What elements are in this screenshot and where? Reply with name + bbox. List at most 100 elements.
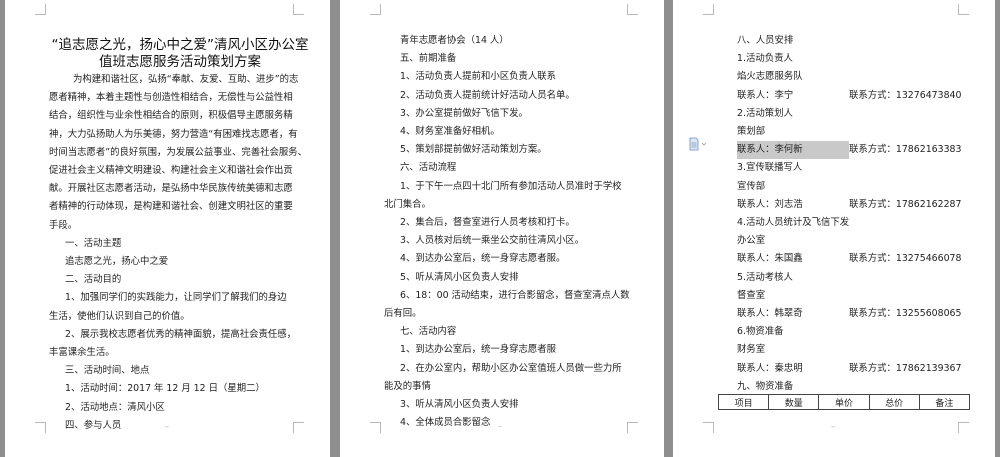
text-line: 1、活动负责人提前和小区负责人联系	[400, 71, 556, 83]
staff-contact-row: 联系人：韩翠奇 联系方式：13255608065	[737, 305, 983, 323]
text-line: 4、到达办公室后，统一身穿志愿者服。	[400, 253, 566, 265]
page-corner-mark	[35, 4, 46, 15]
page-1-lines: 一、活动主题追志愿之光，扬心中之爱 二、活动目的 1、加强同学们的实践能力，让同学们…	[49, 235, 311, 435]
supplies-table: 项目 数量 单价 总价 备注	[717, 394, 971, 410]
text-line: 3、办公室提前做好飞信下发。	[400, 107, 528, 119]
text-line: 生活，使他们认识到自己的价值。	[49, 310, 190, 322]
text-line: 4、全体成员合影留念	[400, 417, 491, 429]
text-line: 六、活动流程	[400, 162, 457, 174]
staff-department: 财务室	[737, 344, 766, 356]
contact-phone: 联系方式：17862139367	[849, 362, 962, 374]
intro-line: 时间当志愿者”的良好氛围，为发展公益事业、完善社会服务、	[49, 146, 307, 158]
comment-document-icon[interactable]	[688, 137, 708, 151]
intro-line: 者精神的行动体现，是构建和谐社会、创建文明社区的重要	[49, 201, 293, 213]
staff-department: 策划部	[737, 126, 766, 138]
text-line: 青年志愿者协会（14 人）	[400, 35, 509, 46]
staff-contact-row: 联系人：朱国鑫 联系方式：13275466078	[737, 250, 983, 268]
text-line: 2、在办公室内，帮助小区办公室值班人员做一些力所	[400, 362, 622, 374]
doc-title-line-1: “追志愿之光，扬心中之爱”清风小区办公室	[51, 37, 309, 53]
page-1-content: “追志愿之光，扬心中之爱”清风小区办公室 值班志愿服务活动策划方案 为构建和谐社…	[49, 37, 311, 435]
intro-paragraph: 为构建和谐社区，弘扬“奉献、友爱、互助、进步”的志愿者精神，本着主题性与创造性相…	[49, 71, 311, 235]
intro-line: 手段。	[49, 219, 78, 231]
contact-person: 联系人：朱国鑫	[737, 253, 803, 265]
text-line: 4、财务室准备好相机。	[400, 126, 500, 138]
text-line: 追志愿之光，扬心中之爱	[65, 256, 169, 268]
page-corner-mark	[703, 4, 714, 15]
page-corner-mark	[958, 422, 969, 433]
contact-phone: 联系方式：17862162287	[849, 198, 962, 210]
contact-person: 联系人：秦忠明	[737, 362, 803, 374]
contact-phone: 联系方式：13276473840	[849, 89, 962, 101]
doc-title-line-2: 值班志愿服务活动策划方案	[99, 54, 261, 70]
staff-role: 4.活动人员统计及飞信下发	[737, 217, 850, 229]
text-line: 1、加强同学们的实践能力，让同学们了解我们的身边	[65, 292, 287, 304]
table-header-cell: 单价	[818, 394, 870, 410]
page-corner-mark	[627, 4, 638, 15]
intro-line: 为构建和谐社区，弘扬“奉献、友爱、互助、进步”的志	[73, 74, 299, 85]
intro-line: 神，大力弘扬助人为乐美德，努力营造“有困难找志愿者，有	[49, 128, 298, 140]
contact-person: 联系人：韩翠奇	[737, 308, 803, 320]
page-corner-mark	[958, 4, 969, 15]
text-line: 七、活动内容	[400, 326, 457, 338]
text-line: 四、参与人员	[65, 419, 122, 431]
staff-role: 2.活动策划人	[737, 107, 793, 119]
text-line: 1、于下午一点四十北门所有参加活动人员准时于学校	[400, 180, 622, 192]
staff-department: 督查室	[737, 289, 766, 301]
staff-groups: 1.活动负责人 焰火志愿服务队 联系人：李宁 联系方式：13276473840 2.活动…	[737, 50, 983, 378]
text-line: 1、到达办公室后，统一身穿志愿者服	[400, 344, 556, 356]
page-corner-mark	[293, 4, 304, 15]
text-line: 一、活动主题	[65, 237, 122, 249]
intro-line: 结合，组织性与业余性相结合的原则，积极倡导主愿服务精	[49, 110, 293, 122]
section-heading-staff: 八、人员安排	[737, 35, 794, 46]
text-line: 2、活动负责人提前统计好活动人员名单。	[400, 89, 575, 101]
contact-phone: 联系方式：13275466078	[849, 253, 962, 265]
intro-line: 愿者精神，本着主题性与创造性相结合，无偿性与公益性相	[49, 92, 293, 104]
text-line: 2、集合后，督查室进行人员考核和打卡。	[400, 217, 575, 229]
text-line: 2、展示我校志愿者优秀的精神面貌，提高社会责任感，	[65, 328, 296, 340]
text-line: 6、18：00 活动结束，进行合影留念，督查室清点人数	[400, 289, 630, 301]
staff-department: 焰火志愿服务队	[737, 71, 803, 83]
document-page-1: – “追志愿之光，扬心中之爱”清风小区办公室 值班志愿服务活动策划方案 为构建和…	[5, 0, 330, 457]
staff-role: 5.活动考核人	[737, 271, 793, 283]
page-corner-mark	[370, 4, 381, 15]
contact-person: 联系人：李何新	[737, 141, 849, 160]
text-line: 2、活动地点：清风小区	[65, 401, 165, 413]
intro-line: 促进社会主义精神文明建设、构建社会主义和谐社会作出贡	[49, 165, 293, 177]
contact-person: 联系人：李宁	[737, 89, 794, 101]
page-3-content: 八、人员安排 1.活动负责人 焰火志愿服务队 联系人：李宁 联系方式：13276473…	[737, 32, 983, 396]
staff-contact-row: 联系人：刘志浩 联系方式：17862162287	[737, 196, 983, 214]
text-line: 5、策划部提前做好活动策划方案。	[400, 144, 547, 156]
text-line: 北门集合。	[384, 198, 431, 210]
text-line: 二、活动目的	[65, 274, 122, 286]
text-line: 后有回。	[384, 308, 422, 320]
document-page-2: – 青年志愿者协会（14 人） 五、前期准备 1、活动负责人提前和小区负责人联系 2、…	[340, 0, 664, 457]
staff-department: 办公室	[737, 235, 766, 247]
text-line: 能及的事情	[384, 380, 431, 392]
text-line: 5、听从清风小区负责人安排	[400, 271, 519, 283]
page-2-content: 青年志愿者协会（14 人） 五、前期准备 1、活动负责人提前和小区负责人联系 2、活动…	[384, 32, 646, 432]
text-line: 丰富课余生活。	[49, 347, 115, 359]
staff-contact-row: 联系人：李何新 联系方式：17862163383	[737, 141, 983, 160]
page-2-lines: 青年志愿者协会（14 人） 五、前期准备 1、活动负责人提前和小区负责人联系 2、活动…	[384, 32, 646, 432]
table-header-cell: 总价	[868, 394, 920, 410]
contact-phone: 联系方式：13255608065	[849, 308, 962, 320]
staff-department: 宣传部	[737, 180, 766, 192]
text-line: 1、活动时间：2017 年 12 月 12 日（星期二）	[65, 383, 265, 395]
page-corner-mark	[703, 422, 714, 433]
staff-contact-row: 联系人：秦忠明 联系方式：17862139367	[737, 360, 983, 378]
page-corner-mark	[370, 422, 381, 433]
table-header-cell: 项目	[717, 394, 770, 410]
table-header-cell: 数量	[768, 394, 820, 410]
staff-role: 1.活动负责人	[737, 53, 793, 65]
intro-line: 献。开展社区志愿者活动，是弘扬中华民族传统美德和志愿	[49, 183, 293, 195]
contact-person: 联系人：刘志浩	[737, 198, 803, 210]
text-line: 3、听从清风小区负责人安排	[400, 399, 519, 411]
staff-contact-row: 联系人：李宁 联系方式：13276473840	[737, 87, 983, 105]
staff-role: 3.宣传联播写人	[737, 162, 803, 174]
text-line: 3、人员核对后统一乘坐公交前往清风小区。	[400, 235, 585, 247]
text-line: 三、活动时间、地点	[65, 365, 150, 377]
page-corner-mark	[35, 422, 46, 433]
text-line: 五、前期准备	[400, 53, 457, 65]
table-header-cell: 备注	[918, 394, 971, 410]
contact-phone: 联系方式：17862163383	[849, 144, 962, 156]
